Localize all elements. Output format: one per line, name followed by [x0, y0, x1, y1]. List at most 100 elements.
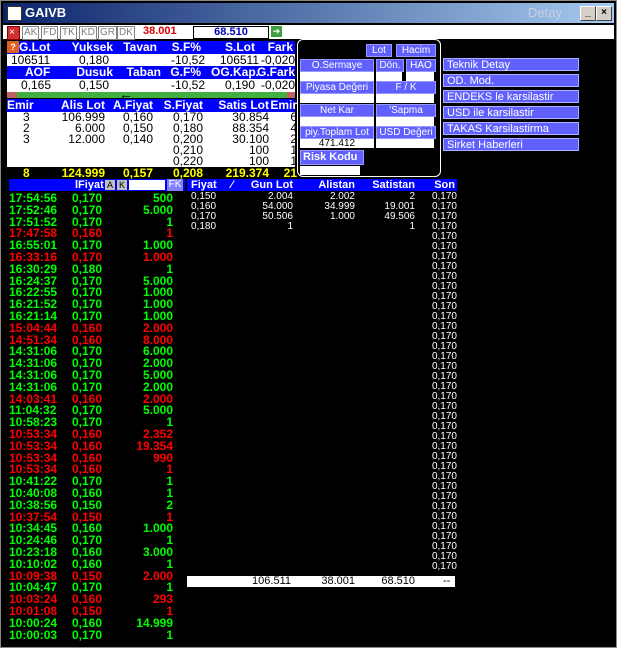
hao-button[interactable]: HAO: [406, 59, 436, 72]
usd-degeri-button[interactable]: USD Değeri: [376, 126, 436, 139]
val-ogkap: 0,190: [224, 78, 255, 92]
trade-time: 15:04:44: [9, 320, 58, 335]
trade-lot: 5.000: [142, 403, 173, 418]
trade-lot: 2.000: [142, 379, 173, 394]
dist-hdr-son: Son: [434, 179, 455, 191]
dist-cell: 49.506: [384, 211, 415, 222]
netkar-button[interactable]: Net Kar: [300, 104, 374, 117]
trade-lot: 293: [152, 592, 173, 607]
toolbar: × AK FD TK KD GR DK 38.001 68.510 ➔: [3, 25, 614, 40]
depth-cell: 3: [23, 132, 30, 146]
menu-od-mod[interactable]: OD. Mod.: [443, 74, 579, 87]
trade-price: 0,170: [72, 202, 103, 217]
toolbar-btn-kd[interactable]: KD: [79, 26, 97, 40]
menu-endeks[interactable]: ENDEKS le karsilastir: [443, 90, 579, 103]
hacim-button[interactable]: Hacim: [396, 44, 436, 57]
toolbar-value-red: 38.001: [143, 25, 177, 37]
minimize-icon[interactable]: _: [580, 6, 596, 21]
trade-lot: 1: [166, 627, 173, 642]
fk-button[interactable]: F / K: [376, 81, 436, 94]
trade-lot: 1.000: [142, 521, 173, 536]
dist-hdr-satistan: Satistan: [372, 179, 415, 191]
sapma-button[interactable]: 'Sapma: [376, 104, 436, 117]
menu-sirket-haberleri[interactable]: Sirket Haberleri: [443, 138, 579, 151]
sort-k-button[interactable]: K: [117, 180, 127, 190]
trade-price: 0,170: [72, 379, 103, 394]
trade-time: 14:31:06: [9, 379, 58, 394]
close-small-icon[interactable]: ×: [7, 26, 20, 40]
depth-cell: 0,140: [122, 132, 153, 146]
trades-header: lFiyat A K FK: [9, 179, 185, 191]
dist-cell: 1: [287, 221, 293, 232]
dist-cell: 1.000: [329, 211, 355, 222]
trade-row[interactable]: 17:52:46 0,170 5.000: [9, 204, 185, 216]
depth-cell: 12.000: [68, 132, 105, 146]
arrow-right-icon[interactable]: ➔: [271, 26, 282, 37]
toolbar-btn-dk[interactable]: DK: [117, 26, 135, 40]
trade-lot: 990: [152, 450, 173, 465]
trade-lot: 2.000: [142, 320, 173, 335]
lot-button[interactable]: Lot: [366, 44, 392, 57]
toolbar-btn-fd[interactable]: FD: [41, 26, 59, 40]
info-panel: Lot Hacim O.Sermaye Dön. HAO Piyasa Değe…: [297, 39, 441, 177]
trade-price: 0,170: [72, 627, 103, 642]
dist-row: 0,180 1 1: [187, 222, 457, 232]
trade-lot: 2.000: [142, 568, 173, 583]
depth-total-cell: 219.374: [225, 166, 269, 180]
title-bar[interactable]: GAIVB Detay _ ×: [3, 3, 614, 23]
trade-price: 0,150: [72, 497, 103, 512]
close-icon[interactable]: ×: [596, 6, 612, 21]
dist-row: 0,170 50.506 1.000 49.506: [187, 212, 457, 222]
trade-row[interactable]: 15:04:44 0,160 2.000: [9, 322, 185, 334]
vertical-scrollbar[interactable]: [603, 39, 614, 645]
fk-value: [376, 94, 434, 103]
total-satistan: 68.510: [381, 575, 415, 587]
don-button[interactable]: Dön.: [376, 59, 404, 72]
trade-price: 0,160: [72, 320, 103, 335]
trade-row[interactable]: 10:53:34 0,160 19.354: [9, 440, 185, 452]
trade-row[interactable]: 14:31:06 0,170 2.000: [9, 381, 185, 393]
hao-value: [406, 72, 434, 81]
fk-button-trades[interactable]: FK: [167, 179, 183, 191]
trade-lot: 1: [166, 486, 173, 500]
trade-row[interactable]: 10:38:56 0,150 2: [9, 499, 185, 511]
total-gunlot: 106.511: [252, 575, 291, 587]
osermaye-button[interactable]: O.Sermaye: [300, 59, 374, 72]
menu-usd[interactable]: USD ile karsilastir: [443, 106, 579, 119]
toolbar-value-blue: 68.510: [193, 26, 269, 39]
toolbar-btn-ak[interactable]: AK: [22, 26, 40, 40]
menu-takas[interactable]: TAKAS Karsilastirma: [443, 122, 579, 135]
sort-a-button[interactable]: A: [105, 180, 115, 190]
summary2-values: 0,165 0,150 -10,52 0,190 -0,020: [7, 79, 295, 92]
piyasa-degeri-button[interactable]: Piyasa Değeri: [300, 81, 374, 94]
trade-lot: 1: [166, 214, 173, 229]
dist-cell: 1: [409, 221, 415, 232]
toolbar-btn-gr[interactable]: GR: [98, 26, 117, 40]
trade-price: 0,180: [72, 261, 103, 276]
dist-totals: 106.511 38.001 68.510 --: [187, 576, 455, 587]
trade-price: 0,160: [72, 615, 103, 630]
toolbar-btn-tk[interactable]: TK: [60, 26, 77, 40]
trade-time: 16:30:29: [9, 261, 58, 276]
help-icon[interactable]: ?: [7, 41, 19, 53]
trade-price: 0,160: [72, 556, 103, 571]
risk-kodu-button[interactable]: Risk Kodu: [300, 150, 364, 165]
trade-row[interactable]: 10:00:24 0,160 14.999: [9, 617, 185, 629]
trade-row[interactable]: 10:10:02 0,160 1: [9, 558, 185, 570]
trade-lot: 1: [166, 556, 173, 571]
trade-row[interactable]: 16:30:29 0,180 1: [9, 263, 185, 275]
trade-lot: 3.000: [142, 545, 173, 559]
trade-row[interactable]: 10:00:03 0,170 1: [9, 629, 185, 641]
total-alistan: 38.001: [321, 575, 355, 587]
netkar-value: [300, 117, 374, 126]
main-window: GAIVB Detay _ × × AK FD TK KD GR DK 38.0…: [0, 0, 617, 648]
trade-lot: 5.000: [142, 202, 173, 217]
hdr-emir-buy: Emir: [7, 98, 34, 112]
window-title: GAIVB: [25, 5, 67, 20]
trade-time: 10:38:56: [9, 497, 58, 512]
trade-lot: 14.999: [136, 615, 173, 630]
trades-hdr-fiyat: lFiyat: [75, 179, 104, 191]
osermaye-value: [300, 72, 374, 81]
app-icon: [7, 6, 22, 21]
menu-teknik-detay[interactable]: Teknik Detay: [443, 58, 579, 71]
